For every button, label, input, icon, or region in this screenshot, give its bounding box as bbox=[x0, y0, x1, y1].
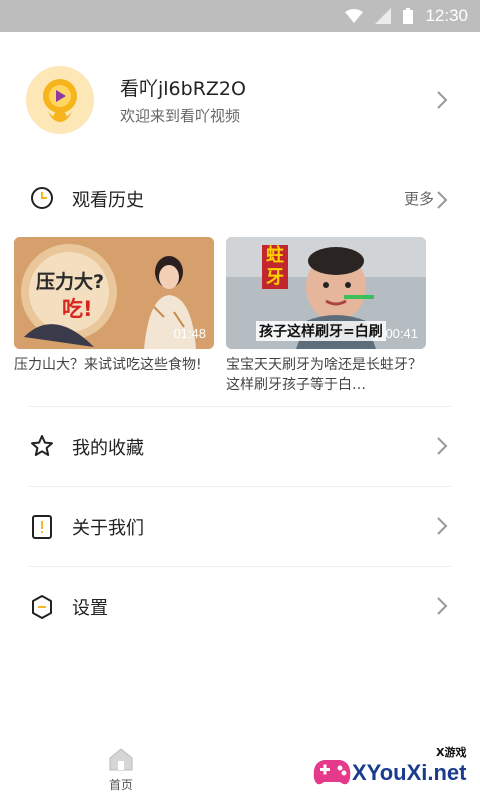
star-icon bbox=[31, 435, 53, 456]
username: 看吖jl6bRZ2O bbox=[120, 78, 246, 100]
video-thumbnail[interactable]: 压力大? 吃! 01:48 bbox=[14, 237, 214, 349]
home-icon bbox=[109, 748, 133, 771]
status-bar: 12:30 bbox=[0, 0, 480, 32]
more-link[interactable]: 更多 bbox=[404, 188, 434, 209]
watermark: X游戏 XYouXi.net bbox=[310, 740, 478, 800]
avatar-mascot-icon bbox=[43, 79, 77, 122]
battery-icon bbox=[403, 8, 414, 24]
clock-icon bbox=[31, 187, 53, 209]
video-thumbnail[interactable]: 蛀牙 孩子这样刷牙=白刷 00:41 bbox=[226, 237, 426, 349]
gamepad-logo-icon bbox=[313, 760, 351, 785]
chevron-right-icon bbox=[437, 437, 448, 455]
settings-hexagon-icon bbox=[32, 595, 52, 619]
info-icon bbox=[32, 515, 52, 539]
menu-item-about[interactable]: 关于我们 bbox=[0, 486, 480, 566]
tab-home[interactable]: 首页 bbox=[96, 746, 146, 800]
clock-time: 12:30 bbox=[425, 6, 468, 25]
menu-item-favorites[interactable]: 我的收藏 bbox=[0, 406, 480, 486]
profile-row[interactable]: 看吖jl6bRZ2O 欢迎来到看吖视频 bbox=[0, 60, 480, 140]
wifi-icon bbox=[345, 9, 364, 23]
thumb-text-top: 蛀牙 bbox=[262, 245, 288, 289]
history-header: 观看历史 更多 bbox=[0, 176, 480, 220]
menu-item-settings[interactable]: 设置 bbox=[0, 566, 480, 646]
signal-icon bbox=[375, 8, 392, 24]
video-duration: 01:48 bbox=[173, 326, 206, 341]
menu-label: 设置 bbox=[72, 598, 108, 619]
watermark-brand-text: XYouXi.net bbox=[352, 760, 467, 785]
thumb-caption: 孩子这样刷牙=白刷 bbox=[256, 321, 386, 341]
bottom-nav: 首页 X游戏 XYouXi.net bbox=[0, 740, 480, 800]
video-duration: 00:41 bbox=[385, 326, 418, 341]
watermark-small-text: X游戏 bbox=[436, 746, 467, 759]
welcome-text: 欢迎来到看吖视频 bbox=[120, 107, 241, 125]
chevron-right-icon[interactable] bbox=[436, 190, 448, 210]
chevron-right-icon bbox=[437, 597, 448, 615]
video-title[interactable]: 宝宝天天刷牙为啥还是长蛀牙？这样刷牙孩子等于白… bbox=[226, 355, 426, 395]
history-video-card[interactable]: 蛀牙 孩子这样刷牙=白刷 00:41 宝宝天天刷牙为啥还是长蛀牙？这样刷牙孩子等… bbox=[226, 237, 426, 395]
tab-home-label: 首页 bbox=[108, 778, 133, 792]
chevron-right-icon bbox=[437, 517, 448, 535]
history-video-card[interactable]: 压力大? 吃! 01:48 压力山大？来试试吃这些食物! bbox=[14, 237, 214, 395]
chevron-right-icon[interactable] bbox=[436, 90, 448, 110]
menu-label: 我的收藏 bbox=[72, 438, 144, 459]
thumb-text-bottom: 吃! bbox=[62, 297, 93, 321]
thumb-text-top: 压力大? bbox=[36, 271, 105, 293]
avatar[interactable] bbox=[26, 66, 94, 134]
video-title[interactable]: 压力山大？来试试吃这些食物! bbox=[14, 355, 214, 395]
history-title: 观看历史 bbox=[72, 190, 144, 211]
menu-label: 关于我们 bbox=[72, 518, 144, 539]
